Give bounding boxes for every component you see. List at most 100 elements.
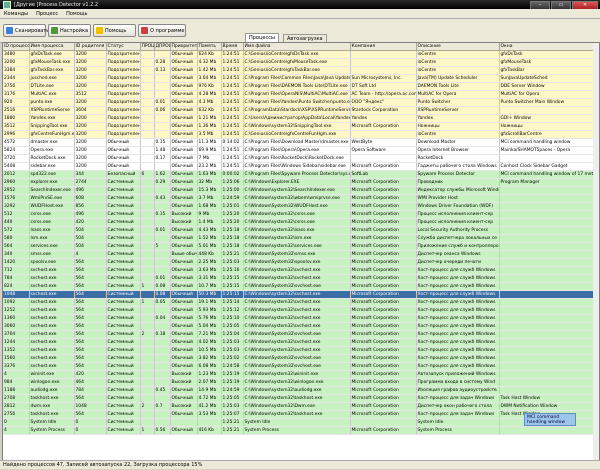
table-row[interactable]: 784 svchost.exe 564 Системный 0.01 Обычный 3.3… [3,274,599,283]
table-cell [154,346,171,355]
table-row[interactable]: 340smss.exe4Системный Выше обычного448 Kb… [3,250,599,259]
table-row[interactable]: 1420 spoolsv.exe 564 Системный Обычный 2.25 M… [3,258,599,267]
column-header[interactable]: ID родителя [74,43,107,51]
vertical-scrollbar[interactable] [593,43,599,461]
table-row[interactable]: 512 csrss.exe 496 Системный 0.15 Высокий 9 Mb 1… [3,210,599,219]
menu-process[interactable]: Процесс [32,11,62,17]
table-cell: Подозрителен [106,122,141,131]
table-cell: Microsoft Corporation [350,370,417,379]
table-row[interactable]: 1576 WmiPrvSE.exe 608 Системный 0.43 Обычный 3… [3,194,599,203]
table-row[interactable]: 4 wininit.exe 420 Системный Высокий 1.23 Mb 1:… [3,370,599,379]
table-row[interactable]: 3480 gfxDsTask.exe 3200 Подозрителен Обычный… [3,50,599,59]
table-row[interactable]: 712 svchost.exe 564 Системный Обычный 3.63 Mb… [3,266,599,275]
table-row[interactable]: 1560 svchost.exe 564 Системный Обычный 3.82 M… [3,354,599,363]
table-row[interactable]: 3292 WUDFHost.exe 856 Системный Обычный 1.68 … [3,202,599,211]
column-header[interactable]: Приоритет [170,43,198,51]
table-row[interactable]: 824 svchost.exe 564 Системный 1 0.08 Обычный 10… [3,282,599,291]
table-row[interactable]: 3704 svchost.exe 564 Системный 2 0.18 Обычный 7… [3,330,599,339]
table-row[interactable]: 3060 svchost.exe 564 Системный Обычный 5.04 M… [3,322,599,331]
table-row[interactable]: 580 lsm.exe 504 Системный Обычный 1.52 Mb 1:25… [3,234,599,243]
table-row[interactable]: 5824 Opera.exe 3200 Обычный 1.48 Обычный 69.9 … [3,146,599,155]
column-header[interactable]: Описание [416,43,500,51]
table-row[interactable]: 3384 gfxTaskBar.exe 3200 Подозрителен 0.13 Об… [3,66,599,75]
table-row[interactable]: 4572 dmaster.exe 3200 Обычный 0.15 Обычный 11.… [3,138,599,147]
column-header[interactable]: Имя процесса [29,43,75,51]
table-cell: 10.7 Mb [197,282,222,291]
table-cell [499,274,599,283]
table-row[interactable]: 1360 svchost.exe 564 Системный 0.04 Обычный 5.… [3,314,599,323]
table-row[interactable]: 4 System Process 0 Системный 1 0.56 Обычный 416… [3,426,599,435]
table-cell: Opera Software [350,146,417,155]
table-cell: 564 [74,290,107,299]
column-header[interactable]: Память [197,43,222,51]
table-cell: 0.01 [154,226,171,235]
table-cell: 0.08 [154,290,171,299]
column-header[interactable]: ID процесса [3,43,30,51]
table-cell [154,234,171,243]
table-cell: 1188 [3,386,30,395]
table-row[interactable]: 3176 MultiAC.exe 3512 Подозрителен Обычный 4.… [3,90,599,99]
column-header[interactable]: Статус [106,43,141,51]
table-row[interactable]: 1048 svchost.exe 564 Системный 0.08 Обычный 50… [3,290,599,299]
table-row[interactable]: 2708 taskhost.exe 564 Системный Обычный 4.72 … [3,394,599,403]
table-row[interactable]: 1352 svchost.exe 564 Системный Обычный 10.5 M… [3,346,599,355]
column-header[interactable]: Компания [350,43,417,51]
column-header[interactable]: Окна [499,43,599,51]
table-cell: 2012 [3,170,30,179]
table-row[interactable]: 1092 svchost.exe 564 Системный 1 0.05 Обычный 1… [3,298,599,307]
table-row[interactable]: 1880 Yandex.exe 3200 Подозрителен Обычный 1.2… [3,114,599,123]
table-cell: csrss.exe [29,218,75,227]
table-cell: Системный [106,426,141,435]
table-cell: Высокий [170,210,198,219]
table-cell: Системный [106,410,141,419]
table-row[interactable]: 2756 taskhost.exe 564 Системный Обычный 3.53 … [3,410,599,419]
table-cell [499,202,599,211]
table-cell [499,210,599,219]
table-row[interactable]: 984 winlogon.exe 464 Системный Высокий 2.07 M… [3,378,599,387]
table-row[interactable]: 3720 RocketDock.exe 3200 Обычный 0.17 Обычный… [3,154,599,163]
table-cell: 340 [3,250,30,259]
table-row[interactable]: 440 csrss.exe 420 Системный Высокий 1.4 Mb 1:2… [3,218,599,227]
table-cell: 5408 [3,162,30,171]
table-row[interactable]: 2516 XSPRuntimeServe 3604 Подозрителен 0.06 О… [3,106,599,115]
table-row[interactable]: 572 lsass.exe 504 Системный 0.01 Обычный 4.43 … [3,226,599,235]
column-header[interactable]: Имя файла [243,43,351,51]
table-cell [140,58,155,67]
table-cell: Обычный [170,394,198,403]
table-row[interactable]: 3200 gfxMouseTask.exe 3200 Подозрителен 0.28… [3,58,599,67]
table-row[interactable]: 2960 explorer.exe 2744 Системный 0.29 Обычный… [3,178,599,187]
table-cell [140,122,155,131]
table-row[interactable]: 564 services.exe 504 Системный 5 Обычный 5.01 … [3,242,599,251]
table-cell: dmaster.exe [29,138,75,147]
table-cell: Microsoft Corporation [350,186,417,195]
table-row[interactable]: 2012 spd322.exe 344 Безопасный 6 1.62 Обычный 1… [3,170,599,179]
table-row[interactable]: 1252 svchost.exe 564 Системный Обычный 5.93 M… [3,306,599,315]
column-header[interactable]: Время [221,43,244,51]
table-row[interactable]: 0 System Idle 0 Системный 1:25:21 System Idle… [3,418,599,427]
table-row[interactable]: 1244 svchost.exe 564 Системный Обычный 4.02 M… [3,338,599,347]
table-row[interactable]: 2996gfxCentreFunHgm.exe3200Подозрителен О… [3,130,599,139]
table-cell: Обычный [170,362,198,371]
column-header[interactable]: ПРОЦ.% [140,43,155,51]
table-row[interactable]: 5408 sidebar.exe 3200 Обычный Обычный 23.2 Mb… [3,162,599,171]
column-header[interactable]: ДПРОЦ.% [154,43,171,51]
menu-commands[interactable]: Команды [0,11,32,17]
table-row[interactable]: 2952 SearchIndexer.exe 496 Системный Обычный… [3,186,599,195]
table-row[interactable]: 3512 SnippingTool.exe 3200 Подозрителен Обыч… [3,122,599,131]
table-cell [154,186,171,195]
table-row[interactable]: 3756 DTLite.exe 3200 Подозрителен Обычный 976… [3,82,599,91]
table-cell: 0.08 [154,282,171,291]
table-row[interactable]: 3376 svchost.exe 564 Системный Обычный 6.08 M… [3,362,599,371]
table-cell: Обычный [170,346,198,355]
table-cell: 0.7 [154,402,171,411]
table-row[interactable]: 920 punto.exe 3200 Подозрителен 0.01 Обычный 4… [3,98,599,107]
table-cell [499,354,599,363]
table-row[interactable]: 1188 audiodg.exe 784 Системный 0.45 Обычный 14… [3,386,599,395]
menu-help[interactable]: Помощь [62,11,91,17]
table-cell: 1560 [3,354,30,363]
table-row[interactable]: 2812 dwm.exe 1048 Системный 2 0.7 Высокий 41.2 … [3,402,599,411]
table-row[interactable]: 2344 jusched.exe 3200 Подозрителен Обычный 3.… [3,74,599,83]
table-cell: Microsoft Corporation [350,178,417,187]
table-cell: 564 [74,282,107,291]
table-cell: 1:25:21 [221,426,244,435]
